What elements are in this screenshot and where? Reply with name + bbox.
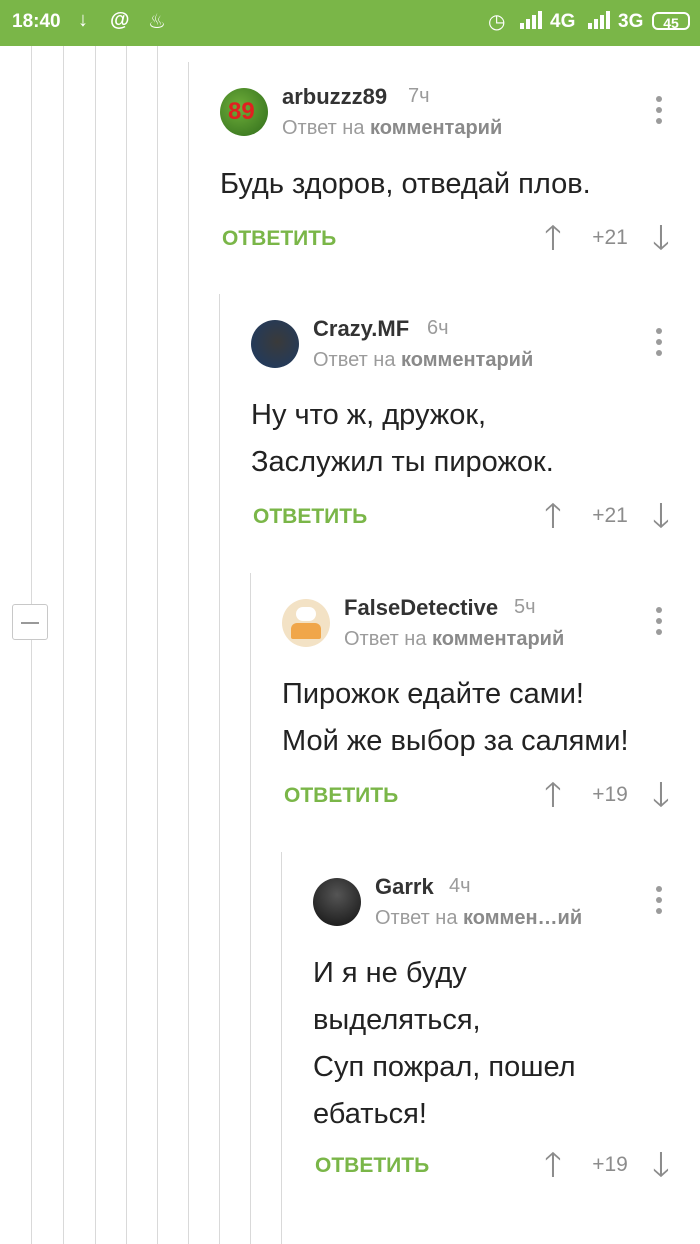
avatar[interactable]: 89 xyxy=(220,88,268,136)
comment-text: Пирожок едайте сами! Мой же выбор за сал… xyxy=(282,678,629,757)
thread-line xyxy=(281,852,282,1244)
reply-to-info[interactable]: Ответ на коммен…ий xyxy=(375,907,582,930)
reply-button[interactable]: ОТВЕТИТЬ xyxy=(284,784,398,808)
thread-line xyxy=(250,573,251,1244)
comment-time: 7ч xyxy=(408,85,430,107)
avatar-badge: 89 xyxy=(228,98,255,125)
reply-to-link[interactable]: коммен…ий xyxy=(463,907,582,929)
avatar-figure xyxy=(291,623,321,639)
vote-count: +19 xyxy=(592,783,628,806)
more-options-icon[interactable] xyxy=(649,603,669,639)
thread-line xyxy=(188,62,189,1244)
vote-controls: 🡑 +19 🡓 xyxy=(538,1145,688,1185)
vote-controls: 🡑 +19 🡓 xyxy=(538,775,688,815)
thread-line xyxy=(31,640,32,1244)
alarm-icon: ◷ xyxy=(488,11,506,33)
thread-line xyxy=(31,46,32,604)
battery-icon: 45 xyxy=(652,12,690,31)
status-bar: 18:40 ↓ @ ♨ ◷ 4G 3G 45 xyxy=(0,0,700,46)
reply-button[interactable]: ОТВЕТИТЬ xyxy=(222,227,336,251)
comment-time: 5ч xyxy=(514,596,536,618)
avatar[interactable] xyxy=(251,320,299,368)
thread-line xyxy=(219,294,220,1244)
thread-line xyxy=(95,46,96,1244)
comment: FalseDetective 5ч Ответ на комментарий П… xyxy=(282,591,692,831)
avatar-hat xyxy=(296,607,316,621)
upvote-icon[interactable]: 🡑 xyxy=(538,218,568,258)
network-3g-label: 3G xyxy=(618,11,644,32)
at-icon: @ xyxy=(110,9,130,31)
signal-icon xyxy=(588,11,614,35)
comment-text: Ну что ж, дружок, Заслужил ты пирожок. xyxy=(251,399,554,478)
upvote-icon[interactable]: 🡑 xyxy=(538,1145,568,1185)
comment: 89 arbuzzz89 7ч Ответ на комментарий Буд… xyxy=(220,80,690,270)
network-4g-label: 4G xyxy=(550,11,576,32)
reply-to-link[interactable]: комментарий xyxy=(432,628,564,650)
reply-to-info[interactable]: Ответ на комментарий xyxy=(313,349,533,372)
reply-to-prefix: Ответ на xyxy=(282,117,371,139)
download-icon: ↓ xyxy=(78,9,88,31)
comment-text: Будь здоров, отведай плов. xyxy=(220,168,591,200)
downvote-icon[interactable]: 🡓 xyxy=(646,775,676,815)
downvote-icon[interactable]: 🡓 xyxy=(646,1145,676,1185)
status-time: 18:40 xyxy=(12,11,61,32)
comment-time: 6ч xyxy=(427,317,449,339)
username[interactable]: arbuzzz89 xyxy=(282,84,387,110)
comment-text: И я не буду выделяться, Суп пожрал, поше… xyxy=(313,957,576,1130)
upvote-icon[interactable]: 🡑 xyxy=(538,775,568,815)
avatar[interactable] xyxy=(313,878,361,926)
comment-time: 4ч xyxy=(449,875,471,897)
thread-line xyxy=(157,46,158,1244)
username[interactable]: FalseDetective xyxy=(344,595,498,621)
comment: Crazy.MF 6ч Ответ на комментарий Ну что … xyxy=(251,312,691,552)
reply-button[interactable]: ОТВЕТИТЬ xyxy=(315,1154,429,1178)
more-options-icon[interactable] xyxy=(649,92,669,128)
avatar[interactable] xyxy=(282,599,330,647)
vote-count: +21 xyxy=(592,226,628,249)
vote-controls: 🡑 +21 🡓 xyxy=(538,218,688,258)
more-options-icon[interactable] xyxy=(649,882,669,918)
reply-to-link[interactable]: комментарий xyxy=(370,117,502,139)
more-options-icon[interactable] xyxy=(649,324,669,360)
vote-controls: 🡑 +21 🡓 xyxy=(538,496,688,536)
vote-count: +21 xyxy=(592,504,628,527)
username[interactable]: Crazy.MF xyxy=(313,316,409,342)
reply-to-prefix: Ответ на xyxy=(375,907,464,929)
flame-icon: ♨ xyxy=(148,11,166,33)
thread-line xyxy=(63,46,64,1244)
collapse-thread-button[interactable] xyxy=(12,604,48,640)
comment: Garrk 4ч Ответ на коммен…ий И я не буду … xyxy=(313,870,693,1200)
reply-to-info[interactable]: Ответ на комментарий xyxy=(344,628,564,651)
username[interactable]: Garrk xyxy=(375,874,434,900)
reply-button[interactable]: ОТВЕТИТЬ xyxy=(253,505,367,529)
downvote-icon[interactable]: 🡓 xyxy=(646,496,676,536)
reply-to-link[interactable]: комментарий xyxy=(401,349,533,371)
reply-to-prefix: Ответ на xyxy=(313,349,402,371)
reply-to-prefix: Ответ на xyxy=(344,628,433,650)
vote-count: +19 xyxy=(592,1153,628,1176)
upvote-icon[interactable]: 🡑 xyxy=(538,496,568,536)
reply-to-info[interactable]: Ответ на комментарий xyxy=(282,117,502,140)
thread-line xyxy=(126,46,127,1244)
minus-icon xyxy=(21,622,39,624)
signal-icon xyxy=(520,11,546,35)
downvote-icon[interactable]: 🡓 xyxy=(646,218,676,258)
